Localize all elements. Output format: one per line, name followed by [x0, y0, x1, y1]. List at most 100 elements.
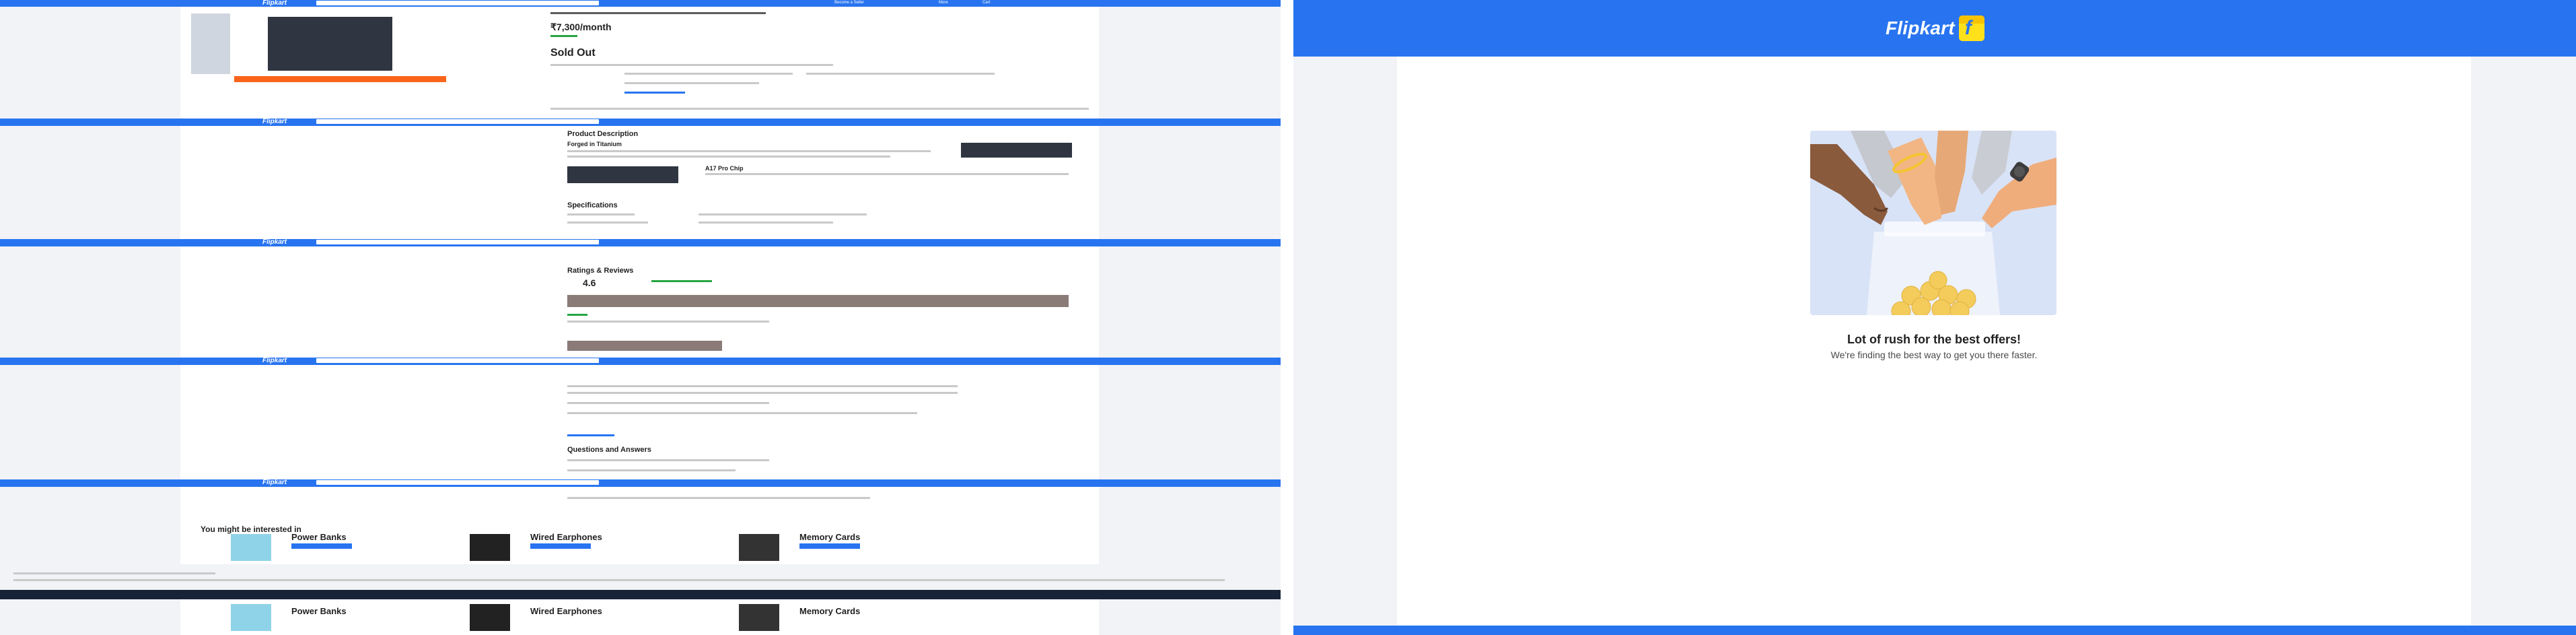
header-band: Flipkart: [0, 119, 1281, 126]
section-heading-qa: Questions and Answers: [567, 446, 651, 454]
reco-thumb: [231, 604, 271, 631]
reco-card[interactable]: Wired Earphones: [470, 603, 628, 635]
flipkart-logo[interactable]: Flipkart f: [1886, 15, 1984, 42]
text-line: [550, 108, 1089, 110]
shop-now-button[interactable]: [799, 543, 860, 549]
text-line: [567, 469, 736, 471]
header-logo[interactable]: Flipkart: [262, 358, 287, 364]
search-bar[interactable]: [316, 358, 599, 363]
shopping-bag-icon: f: [1958, 15, 1984, 41]
shop-now-button[interactable]: [291, 543, 352, 549]
reco-label: Wired Earphones: [530, 532, 602, 542]
product-price: ₹7,300/month: [550, 22, 612, 32]
search-bar[interactable]: [316, 119, 599, 124]
text-line: [705, 173, 1069, 175]
text-line: [567, 213, 635, 215]
hands-reaching-jar-illustration: [1810, 131, 2056, 315]
feature-heading: Forged in Titanium: [567, 141, 622, 147]
product-image: [268, 17, 392, 71]
reco-thumb: [739, 534, 779, 561]
ratings-section: Ratings & Reviews 4.6: [180, 246, 1099, 358]
thumbnail-strip[interactable]: [191, 13, 230, 74]
text-line: [567, 156, 890, 158]
nav-item-seller[interactable]: Become a Seller: [834, 0, 864, 6]
reco-thumb: [231, 534, 271, 561]
rush-title: Lot of rush for the best offers!: [1847, 333, 2021, 346]
sold-out-label: Sold Out: [550, 47, 596, 59]
reco-thumb: [739, 604, 779, 631]
header-band: Flipkart Become a Seller More Cart: [0, 0, 1281, 7]
header-band: Flipkart: [0, 358, 1281, 365]
reco-thumb: [470, 604, 510, 631]
header-logo[interactable]: Flipkart: [262, 119, 287, 125]
reco-card[interactable]: Power Banks: [231, 603, 389, 635]
product-hero-section: ₹7,300/month Sold Out: [180, 7, 1099, 119]
nav-item-cart[interactable]: Cart: [982, 0, 990, 6]
text-line: [624, 82, 759, 84]
rating-bar: [651, 280, 712, 282]
rating-badge: [550, 35, 577, 37]
nav-item-more[interactable]: More: [939, 0, 948, 6]
reco-label: Memory Cards: [799, 532, 861, 542]
text-line: [567, 412, 917, 414]
buy-now-button[interactable]: [234, 76, 446, 82]
section-heading-specifications: Specifications: [567, 201, 618, 209]
search-bar[interactable]: [316, 480, 599, 485]
reco-label: Wired Earphones: [530, 606, 602, 616]
search-bar[interactable]: [316, 1, 599, 5]
reco-card[interactable]: Memory Cards: [739, 529, 897, 564]
header-logo[interactable]: Flipkart: [262, 479, 287, 486]
footer-text: [13, 572, 215, 574]
rush-page: Flipkart f Lot of rush for the best offe…: [1293, 0, 2576, 635]
text-line: [567, 497, 870, 499]
rush-illustration: [1810, 131, 2056, 315]
footer-bar: [0, 590, 1281, 599]
review-rating: [567, 314, 587, 316]
header: Flipkart f: [1293, 0, 2576, 57]
bottom-bar: [1293, 626, 2576, 635]
reco-label: Memory Cards: [799, 606, 861, 616]
reco-card[interactable]: Memory Cards: [739, 603, 897, 635]
reco-label: Power Banks: [291, 606, 347, 616]
rush-card: Lot of rush for the best offers! We're f…: [1397, 57, 2471, 626]
average-rating: 4.6: [583, 277, 596, 288]
chip-heading: A17 Pro Chip: [705, 165, 744, 172]
background-page-capture: Flipkart Become a Seller More Cart Flipk…: [0, 0, 1281, 635]
section-heading-description: Product Description: [567, 130, 639, 138]
text-line: [567, 321, 769, 323]
logo-text: Flipkart: [1886, 18, 1955, 38]
description-section: Product Description Forged in Titanium A…: [180, 126, 1099, 239]
text-line: [567, 392, 958, 394]
text-line: [567, 150, 931, 152]
text-line: [550, 64, 833, 66]
text-line: [567, 459, 769, 461]
product-title-line: [550, 12, 766, 14]
text-line: [699, 222, 833, 224]
review-photos[interactable]: [567, 341, 722, 351]
footer-text: [13, 579, 1225, 581]
reco-label: Power Banks: [291, 532, 347, 542]
header-logo[interactable]: Flipkart: [262, 239, 287, 246]
shop-now-button[interactable]: [530, 543, 591, 549]
reco-thumb: [470, 534, 510, 561]
text-line: [624, 92, 685, 94]
text-line: [806, 73, 995, 75]
all-reviews-link[interactable]: [567, 434, 614, 436]
header-band: Flipkart: [0, 479, 1281, 487]
text-line: [567, 385, 958, 387]
recommendations-repeat: Power Banks Wired Earphones Memory Cards: [180, 599, 1099, 635]
header-band: Flipkart: [0, 239, 1281, 246]
text-line: [624, 73, 793, 75]
review-photos[interactable]: [567, 295, 1069, 307]
reco-card[interactable]: Wired Earphones: [470, 529, 628, 564]
text-line: [567, 402, 769, 404]
section-heading-ratings: Ratings & Reviews: [567, 267, 634, 275]
rush-subtitle: We're finding the best way to get you th…: [1830, 349, 2038, 360]
reco-card[interactable]: Power Banks: [231, 529, 389, 564]
feature-image: [961, 143, 1072, 158]
header-logo[interactable]: Flipkart: [262, 0, 287, 7]
qa-section: Questions and Answers: [180, 365, 1099, 479]
search-bar[interactable]: [316, 240, 599, 244]
recommendations-section: You might be interested in Power Banks W…: [180, 487, 1099, 564]
chip-image: [567, 166, 678, 183]
